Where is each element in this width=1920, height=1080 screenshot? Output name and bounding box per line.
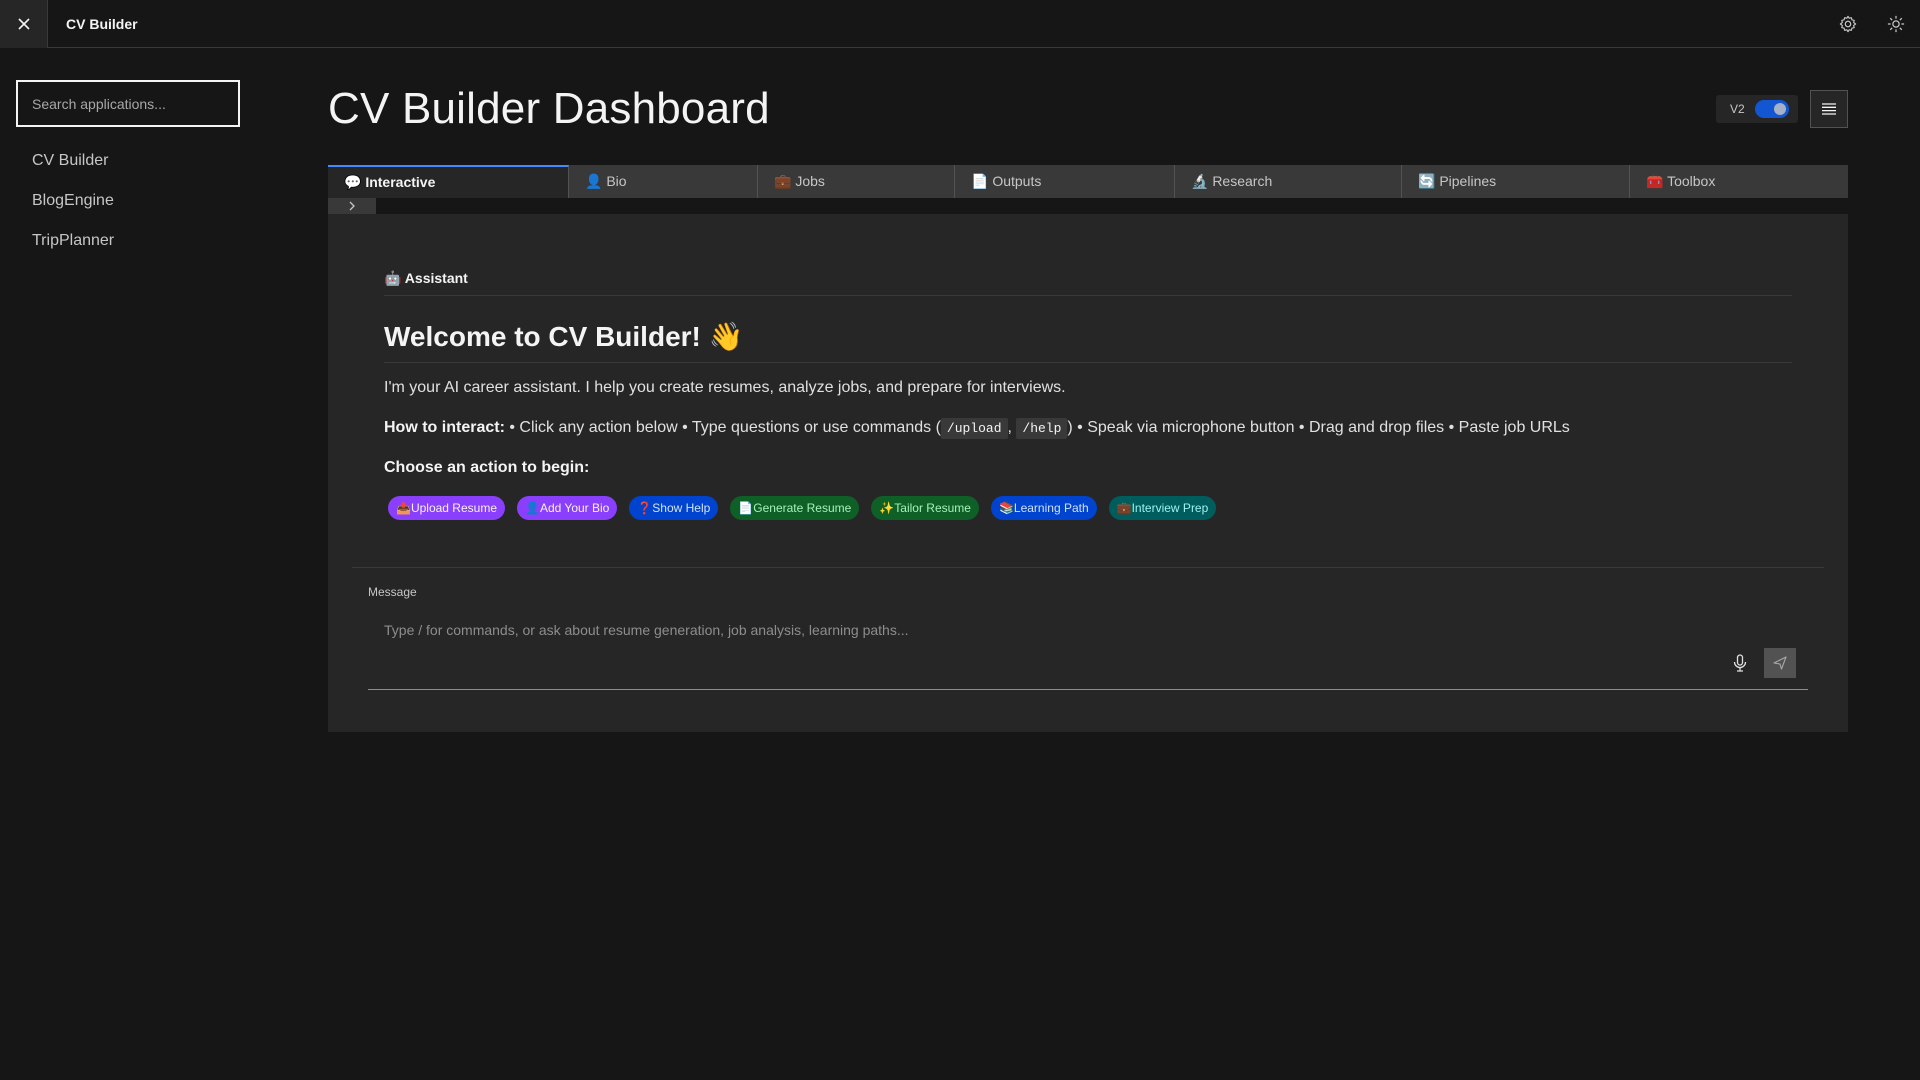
v2-label: V2 [1730,102,1745,116]
tab-research[interactable]: 🔬 Research [1175,165,1402,198]
message-label: Message [368,585,417,599]
divider [384,295,1792,296]
assistant-label: 🤖 Assistant [384,270,468,286]
top-header: CV Builder [0,0,1920,48]
page-title: CV Builder Dashboard [328,84,770,133]
tab-interactive[interactable]: 💬 Interactive [328,165,569,198]
choose-label: Choose an action to begin: [384,459,590,476]
chevron-right-icon [349,201,355,211]
menu-button[interactable] [1810,90,1848,128]
message-input[interactable] [368,606,1808,690]
close-button[interactable] [0,0,48,48]
interview-prep-button[interactable]: 💼Interview Prep [1108,496,1217,520]
tab-bar: 💬 Interactive 👤 Bio 💼 Jobs 📄 Outputs 🔬 R… [328,165,1848,198]
app-name: CV Builder [66,15,138,32]
send-icon [1773,656,1787,670]
microphone-button[interactable] [1728,651,1752,675]
sun-icon [1887,15,1905,32]
settings-button[interactable] [1824,0,1872,48]
sidebar-item-blogengine[interactable]: BlogEngine [0,181,256,221]
send-button[interactable] [1764,648,1796,678]
sidebar-list: CV Builder BlogEngine TripPlanner [0,141,256,261]
tab-toolbox[interactable]: 🧰 Toolbox [1630,165,1848,198]
upload-resume-button[interactable]: 📤Upload Resume [388,496,505,520]
v2-switch[interactable] [1754,100,1789,118]
tailor-resume-button[interactable]: ✨Tailor Resume [871,496,979,520]
divider [384,362,1792,363]
tab-outputs[interactable]: 📄 Outputs [955,165,1175,198]
show-help-button[interactable]: ❓Show Help [629,496,719,520]
action-chips: 📤Upload Resume 👤Add Your Bio ❓Show Help … [388,496,1217,520]
v2-toggle[interactable]: V2 [1716,95,1798,123]
learning-path-button[interactable]: 📚Learning Path [990,496,1097,520]
sidebar: CV Builder BlogEngine TripPlanner [0,49,256,1080]
menu-icon [1822,103,1836,115]
sidebar-item-cv-builder[interactable]: CV Builder [0,141,256,181]
microphone-icon [1733,654,1747,672]
how-text-1: • Click any action below • Type question… [504,419,941,436]
close-icon [17,17,30,30]
gear-icon [1839,15,1857,32]
tab-bio[interactable]: 👤 Bio [569,165,758,198]
how-label: How to interact: [384,419,505,436]
how-to-interact: How to interact: • Click any action belo… [384,418,1570,439]
help-command: /help [1016,418,1068,439]
intro-text: I'm your AI career assistant. I help you… [384,379,1066,396]
search-input[interactable] [16,80,240,127]
how-text-2: ) • Speak via microphone button • Drag a… [1067,419,1570,436]
interactive-panel: 🤖 Assistant Welcome to CV Builder! 👋 I'm… [328,214,1848,732]
theme-toggle-button[interactable] [1872,0,1920,48]
add-bio-button[interactable]: 👤Add Your Bio [517,496,618,520]
upload-command: /upload [940,418,1008,439]
welcome-heading: Welcome to CV Builder! 👋 [384,321,744,352]
tab-pipelines[interactable]: 🔄 Pipelines [1402,165,1630,198]
generate-resume-button[interactable]: 📄Generate Resume [730,496,860,520]
divider [352,567,1824,568]
sidebar-item-tripplanner[interactable]: TripPlanner [0,221,256,261]
tab-jobs[interactable]: 💼 Jobs [758,165,955,198]
tab-scroll-button[interactable] [328,198,376,214]
